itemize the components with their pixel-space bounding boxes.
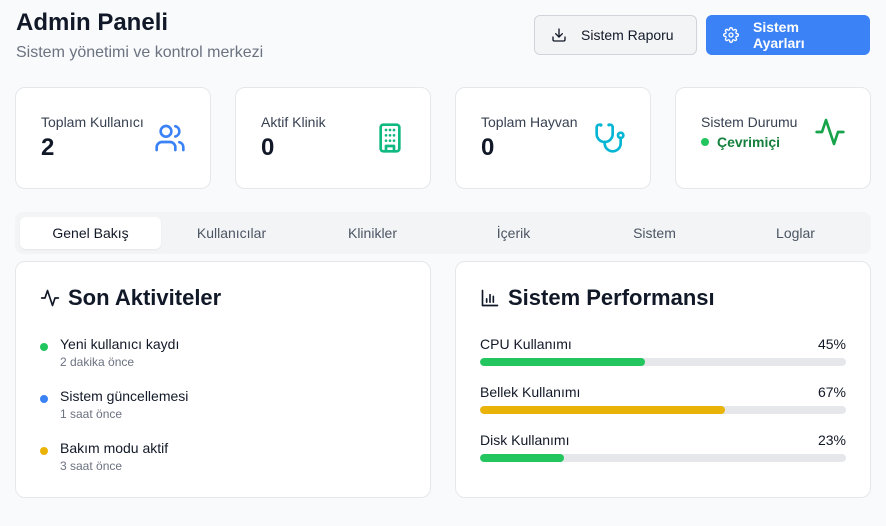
bar-chart-icon bbox=[481, 289, 499, 307]
stat-card-system-status: Sistem Durumu Çevrimiçi bbox=[675, 87, 871, 189]
panel-title-text: Son Aktiviteler bbox=[68, 285, 222, 310]
activity-dot bbox=[40, 343, 48, 351]
activity-item: Sistem güncellemesi 1 saat önce bbox=[40, 388, 188, 421]
metric-value: 45% bbox=[817, 336, 846, 352]
activity-dot bbox=[40, 447, 48, 455]
progress-bar bbox=[480, 406, 846, 414]
metric-disk: Disk Kullanımı 23% bbox=[480, 432, 846, 462]
panel-title: Son Aktiviteler bbox=[40, 285, 221, 311]
gear-icon bbox=[723, 27, 739, 43]
activity-item: Yeni kullanıcı kaydı 2 dakika önce bbox=[40, 336, 179, 369]
activity-icon bbox=[40, 289, 60, 307]
recent-activity-panel: Son Aktiviteler Yeni kullanıcı kaydı 2 d… bbox=[15, 261, 431, 498]
stethoscope-icon bbox=[595, 123, 625, 153]
tab-bar: Genel Bakış Kullanıcılar Klinikler İçeri… bbox=[15, 212, 871, 254]
stat-card-animals: Toplam Hayvan 0 bbox=[455, 87, 651, 189]
progress-fill bbox=[480, 454, 565, 462]
progress-bar bbox=[480, 454, 846, 462]
stats-row: Toplam Kullanıcı 2 Aktif Klinik 0 Toplam… bbox=[15, 87, 871, 189]
system-settings-button[interactable]: Sistem Ayarları bbox=[706, 15, 870, 55]
activity-title: Sistem güncellemesi bbox=[60, 388, 189, 404]
activity-time: 1 saat önce bbox=[60, 407, 123, 421]
tab-clinics[interactable]: Klinikler bbox=[302, 217, 443, 249]
system-performance-panel: Sistem Performansı CPU Kullanımı 45% Bel… bbox=[455, 261, 871, 498]
stat-card-clinics: Aktif Klinik 0 bbox=[235, 87, 431, 189]
users-icon bbox=[155, 124, 185, 152]
progress-bar bbox=[480, 358, 846, 366]
metric-label: Bellek Kullanımı bbox=[480, 384, 581, 400]
activity-icon bbox=[815, 118, 845, 146]
activity-title: Yeni kullanıcı kaydı bbox=[60, 336, 180, 352]
activity-dot bbox=[40, 395, 48, 403]
activity-item: Bakım modu aktif 3 saat önce bbox=[40, 440, 168, 473]
panel-title-text: Sistem Performansı bbox=[508, 285, 715, 310]
status-dot bbox=[701, 138, 709, 146]
panel-title: Sistem Performansı bbox=[480, 285, 715, 311]
header-actions: Sistem Raporu Sistem Ayarları bbox=[534, 15, 870, 55]
activity-time: 3 saat önce bbox=[60, 459, 123, 473]
stat-card-users: Toplam Kullanıcı 2 bbox=[15, 87, 211, 189]
activity-time: 2 dakika önce bbox=[60, 355, 135, 369]
building-icon bbox=[379, 123, 401, 153]
tab-logs[interactable]: Loglar bbox=[725, 217, 866, 249]
tab-content[interactable]: İçerik bbox=[443, 217, 584, 249]
page-header: Admin Paneli Sistem yönetimi ve kontrol … bbox=[16, 8, 870, 64]
system-settings-label: Sistem Ayarları bbox=[753, 19, 805, 51]
progress-fill bbox=[480, 358, 645, 366]
activity-title: Bakım modu aktif bbox=[60, 440, 169, 456]
metric-label: Disk Kullanımı bbox=[480, 432, 570, 448]
metric-memory: Bellek Kullanımı 67% bbox=[480, 384, 846, 414]
status-text: Çevrimiçi bbox=[717, 134, 781, 150]
tab-system[interactable]: Sistem bbox=[584, 217, 725, 249]
tab-overview[interactable]: Genel Bakış bbox=[20, 217, 161, 249]
download-icon bbox=[552, 28, 566, 42]
metric-label: CPU Kullanımı bbox=[480, 336, 572, 352]
metric-value: 23% bbox=[817, 432, 846, 448]
system-report-label: Sistem Raporu bbox=[581, 27, 674, 43]
system-report-button[interactable]: Sistem Raporu bbox=[534, 15, 697, 55]
metric-cpu: CPU Kullanımı 45% bbox=[480, 336, 846, 366]
progress-fill bbox=[480, 406, 726, 414]
metric-value: 67% bbox=[817, 384, 846, 400]
tab-users[interactable]: Kullanıcılar bbox=[161, 217, 302, 249]
